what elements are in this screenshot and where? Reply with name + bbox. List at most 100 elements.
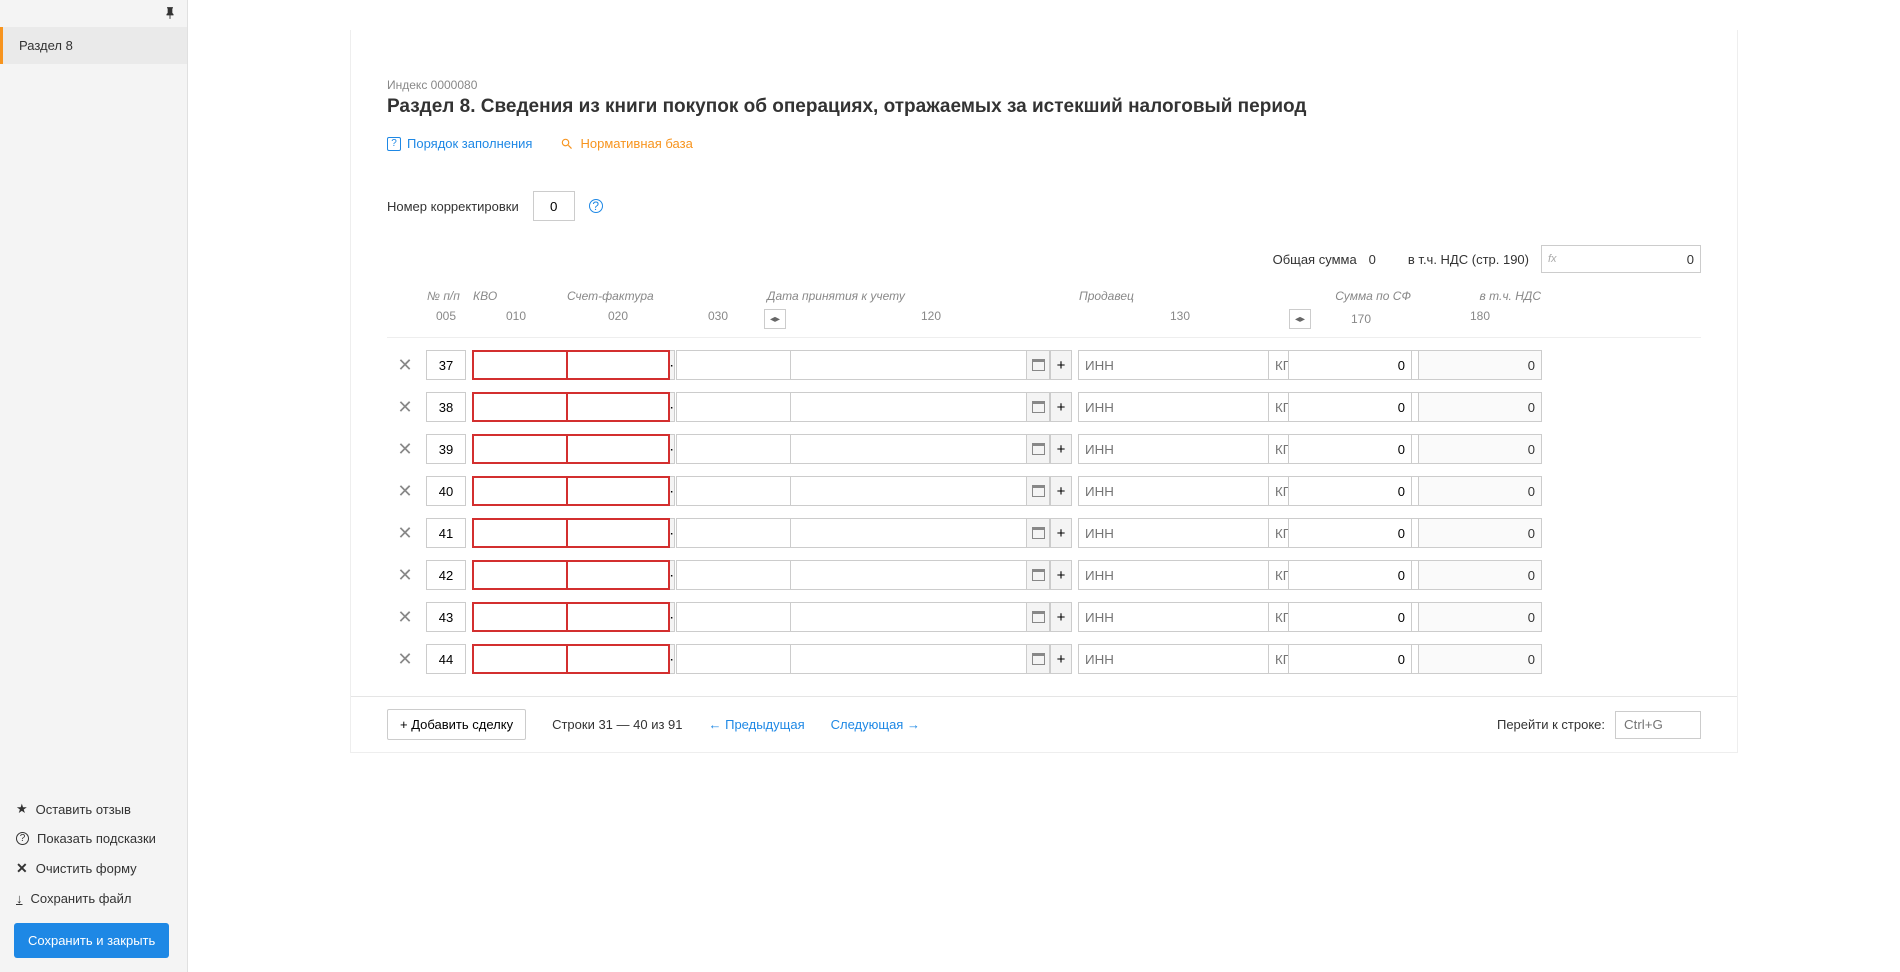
save-close-button[interactable]: Сохранить и закрыть bbox=[14, 923, 169, 958]
delete-row-button[interactable]: ✕ bbox=[387, 649, 423, 670]
inn-input[interactable] bbox=[1078, 476, 1269, 506]
table-row: ✕⋯++ bbox=[387, 518, 1701, 548]
accept-date-input[interactable] bbox=[790, 392, 1026, 422]
calendar-button[interactable] bbox=[1026, 602, 1050, 632]
expand-col-130-button[interactable]: ◂▸ bbox=[1289, 309, 1311, 329]
invoice-input[interactable] bbox=[566, 350, 670, 380]
sum-input[interactable] bbox=[1288, 518, 1412, 548]
add-accept-date-button[interactable]: + bbox=[1050, 602, 1072, 632]
sum-input[interactable] bbox=[1288, 392, 1412, 422]
nds-input[interactable] bbox=[1418, 476, 1542, 506]
expand-col-030-button[interactable]: ◂▸ bbox=[764, 309, 786, 329]
invoice-input[interactable] bbox=[566, 560, 670, 590]
accept-date-input[interactable] bbox=[790, 602, 1026, 632]
add-accept-date-button[interactable]: + bbox=[1050, 518, 1072, 548]
delete-row-button[interactable]: ✕ bbox=[387, 481, 423, 502]
delete-row-button[interactable]: ✕ bbox=[387, 565, 423, 586]
accept-date-input[interactable] bbox=[790, 350, 1026, 380]
npn-input[interactable] bbox=[426, 434, 466, 464]
npn-input[interactable] bbox=[426, 644, 466, 674]
invoice-input[interactable] bbox=[566, 476, 670, 506]
calendar-button[interactable] bbox=[1026, 560, 1050, 590]
invoice-input[interactable] bbox=[566, 392, 670, 422]
show-hints-link[interactable]: ? Показать подсказки bbox=[0, 824, 187, 853]
nds-input[interactable] bbox=[1418, 644, 1542, 674]
invoice-input[interactable] bbox=[566, 434, 670, 464]
col-accept-date: Дата принятия к учету bbox=[763, 289, 1075, 303]
npn-input[interactable] bbox=[426, 350, 466, 380]
npn-input[interactable] bbox=[426, 518, 466, 548]
delete-row-button[interactable]: ✕ bbox=[387, 355, 423, 376]
clear-form-link[interactable]: ✕ Очистить форму bbox=[0, 853, 187, 884]
npn-input[interactable] bbox=[426, 476, 466, 506]
invoice-input[interactable] bbox=[566, 518, 670, 548]
sum-input[interactable] bbox=[1288, 476, 1412, 506]
accept-date-input[interactable] bbox=[790, 434, 1026, 464]
sum-input[interactable] bbox=[1288, 350, 1412, 380]
delete-row-button[interactable]: ✕ bbox=[387, 607, 423, 628]
sum-input[interactable] bbox=[1288, 602, 1412, 632]
sum-input[interactable] bbox=[1288, 434, 1412, 464]
goto-input[interactable] bbox=[1615, 711, 1701, 739]
delete-row-button[interactable]: ✕ bbox=[387, 523, 423, 544]
npn-input[interactable] bbox=[426, 392, 466, 422]
pager-range: Строки 31 — 40 из 91 bbox=[552, 717, 682, 732]
delete-row-button[interactable]: ✕ bbox=[387, 397, 423, 418]
invoice-input[interactable] bbox=[566, 602, 670, 632]
correction-input[interactable] bbox=[533, 191, 575, 221]
download-icon: ↓ bbox=[16, 891, 23, 906]
accept-date-input[interactable] bbox=[790, 644, 1026, 674]
calendar-icon bbox=[1032, 401, 1045, 413]
nds-total-field[interactable]: fx 0 bbox=[1541, 245, 1701, 273]
next-page-link[interactable]: Следующая → bbox=[831, 717, 920, 732]
inn-input[interactable] bbox=[1078, 644, 1269, 674]
nds-value: 0 bbox=[1563, 252, 1694, 267]
calendar-button[interactable] bbox=[1026, 476, 1050, 506]
nds-input[interactable] bbox=[1418, 560, 1542, 590]
calendar-button[interactable] bbox=[1026, 518, 1050, 548]
prev-page-link[interactable]: ← Предыдущая bbox=[709, 717, 805, 732]
sum-input[interactable] bbox=[1288, 560, 1412, 590]
calendar-button[interactable] bbox=[1026, 434, 1050, 464]
invoice-input[interactable] bbox=[566, 644, 670, 674]
npn-input[interactable] bbox=[426, 560, 466, 590]
calendar-button[interactable] bbox=[1026, 392, 1050, 422]
calendar-button[interactable] bbox=[1026, 350, 1050, 380]
table-row: ✕⋯++ bbox=[387, 602, 1701, 632]
add-accept-date-button[interactable]: + bbox=[1050, 392, 1072, 422]
add-accept-date-button[interactable]: + bbox=[1050, 644, 1072, 674]
info-icon[interactable]: ? bbox=[589, 199, 603, 213]
accept-date-input[interactable] bbox=[790, 476, 1026, 506]
inn-input[interactable] bbox=[1078, 392, 1269, 422]
inn-input[interactable] bbox=[1078, 434, 1269, 464]
calendar-button[interactable] bbox=[1026, 644, 1050, 674]
fill-order-link[interactable]: Порядок заполнения bbox=[387, 136, 532, 151]
inn-input[interactable] bbox=[1078, 602, 1269, 632]
add-accept-date-button[interactable]: + bbox=[1050, 350, 1072, 380]
inn-input[interactable] bbox=[1078, 560, 1269, 590]
calendar-icon bbox=[1032, 485, 1045, 497]
norm-base-link[interactable]: Нормативная база bbox=[560, 136, 692, 151]
add-deal-button[interactable]: + Добавить сделку bbox=[387, 709, 526, 740]
question-icon: ? bbox=[16, 832, 29, 845]
inn-input[interactable] bbox=[1078, 518, 1269, 548]
accept-date-input[interactable] bbox=[790, 560, 1026, 590]
add-accept-date-button[interactable]: + bbox=[1050, 560, 1072, 590]
nds-input[interactable] bbox=[1418, 602, 1542, 632]
inn-input[interactable] bbox=[1078, 350, 1269, 380]
add-accept-date-button[interactable]: + bbox=[1050, 476, 1072, 506]
nds-input[interactable] bbox=[1418, 518, 1542, 548]
nds-input[interactable] bbox=[1418, 434, 1542, 464]
sidebar-item-label: Раздел 8 bbox=[19, 38, 73, 53]
leave-review-link[interactable]: ★ Оставить отзыв bbox=[0, 794, 187, 824]
pin-icon[interactable] bbox=[163, 6, 177, 20]
nds-input[interactable] bbox=[1418, 350, 1542, 380]
sum-input[interactable] bbox=[1288, 644, 1412, 674]
add-accept-date-button[interactable]: + bbox=[1050, 434, 1072, 464]
accept-date-input[interactable] bbox=[790, 518, 1026, 548]
sidebar-item-section8[interactable]: Раздел 8 bbox=[0, 27, 187, 64]
delete-row-button[interactable]: ✕ bbox=[387, 439, 423, 460]
npn-input[interactable] bbox=[426, 602, 466, 632]
nds-input[interactable] bbox=[1418, 392, 1542, 422]
save-file-link[interactable]: ↓ Сохранить файл bbox=[0, 884, 187, 913]
